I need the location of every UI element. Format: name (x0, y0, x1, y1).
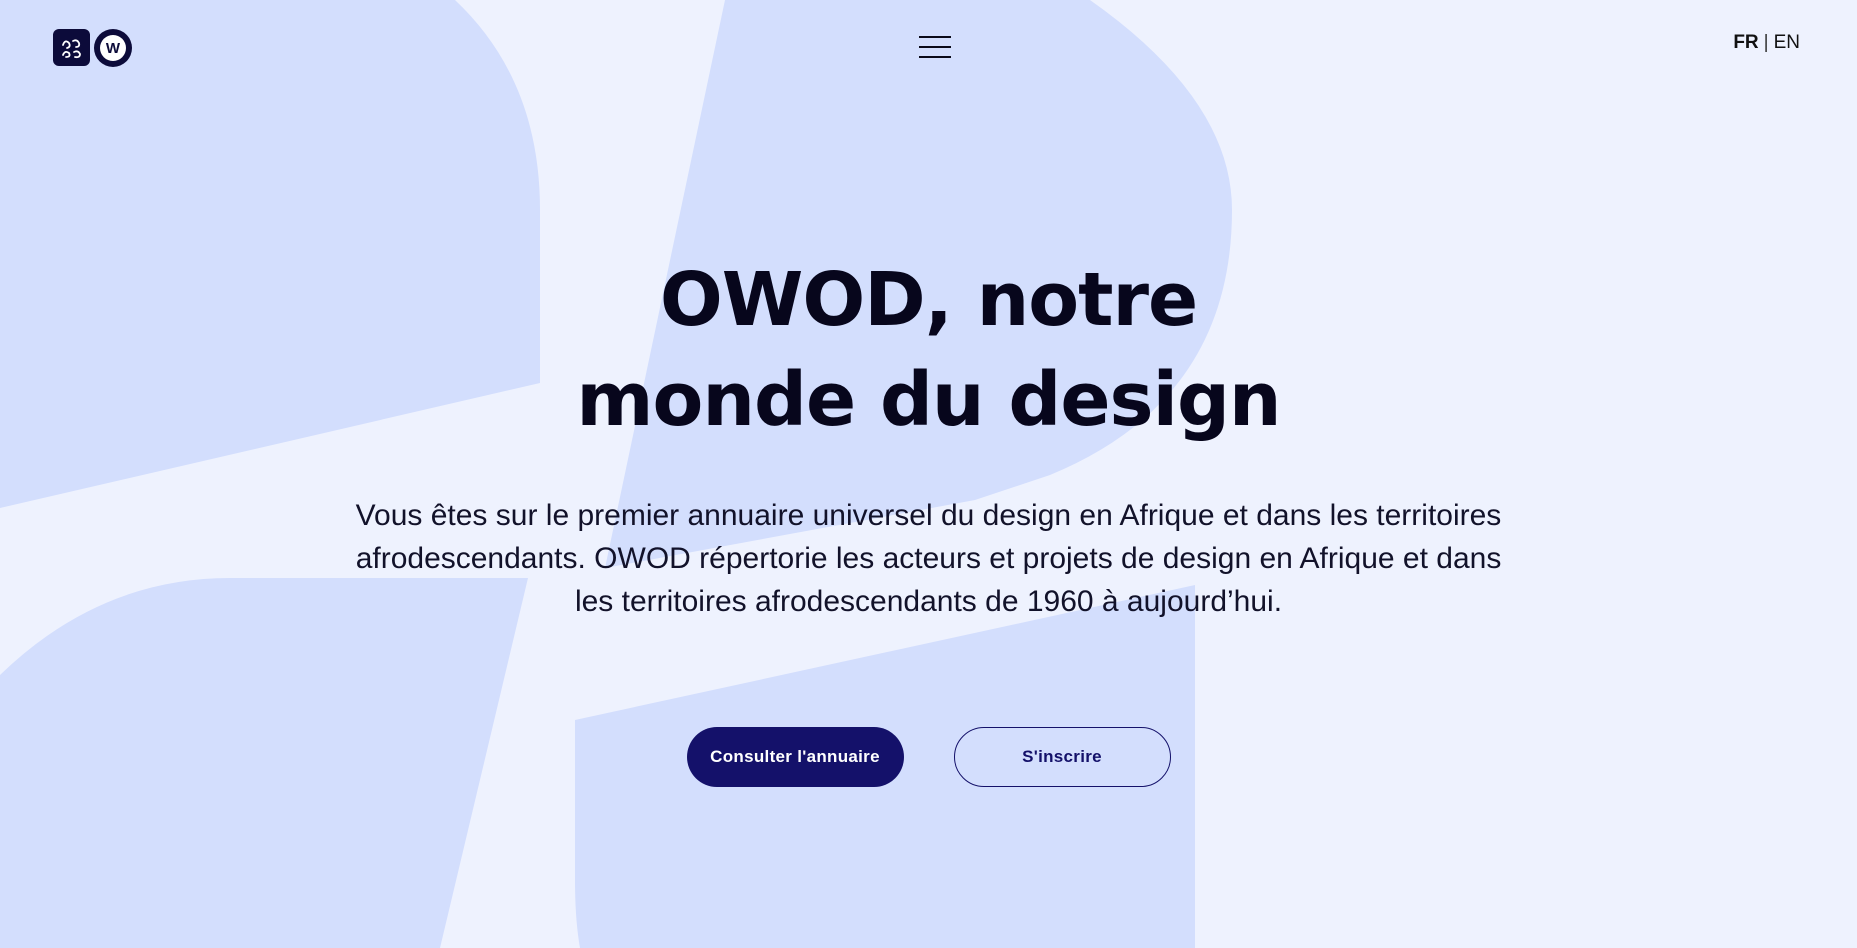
logo-glyph-icon (61, 38, 81, 58)
lang-fr-link[interactable]: FR (1733, 32, 1758, 54)
menu-bar-3 (919, 56, 951, 58)
language-switcher: FR | EN (1733, 32, 1800, 54)
lang-en-link[interactable]: EN (1774, 32, 1800, 54)
site-header: W FR | EN (0, 0, 1857, 96)
logo-circle-letter: W (100, 35, 126, 61)
hero-title-line-1: OWOD, notre (659, 257, 1198, 343)
consult-directory-button[interactable]: Consulter l'annuaire (686, 727, 904, 787)
page: W FR | EN OWOD, notre monde du design Vo… (0, 0, 1857, 948)
hamburger-menu-icon[interactable] (919, 36, 951, 60)
hero-description: Vous êtes sur le premier annuaire univer… (355, 499, 1502, 618)
lang-separator: | (1763, 32, 1769, 53)
owod-logo-mark-icon (53, 29, 90, 66)
hero-section: OWOD, notre monde du design Vous êtes su… (0, 250, 1857, 623)
site-logo[interactable]: W (53, 29, 132, 67)
register-button[interactable]: S'inscrire (953, 727, 1171, 787)
menu-bar-2 (919, 46, 951, 48)
hero-title: OWOD, notre monde du design (0, 250, 1857, 450)
hero-actions: Consulter l'annuaire S'inscrire (0, 727, 1857, 787)
owod-logo-circle-icon: W (94, 29, 132, 67)
hero-title-line-2: monde du design (576, 357, 1281, 443)
menu-bar-1 (919, 36, 951, 38)
